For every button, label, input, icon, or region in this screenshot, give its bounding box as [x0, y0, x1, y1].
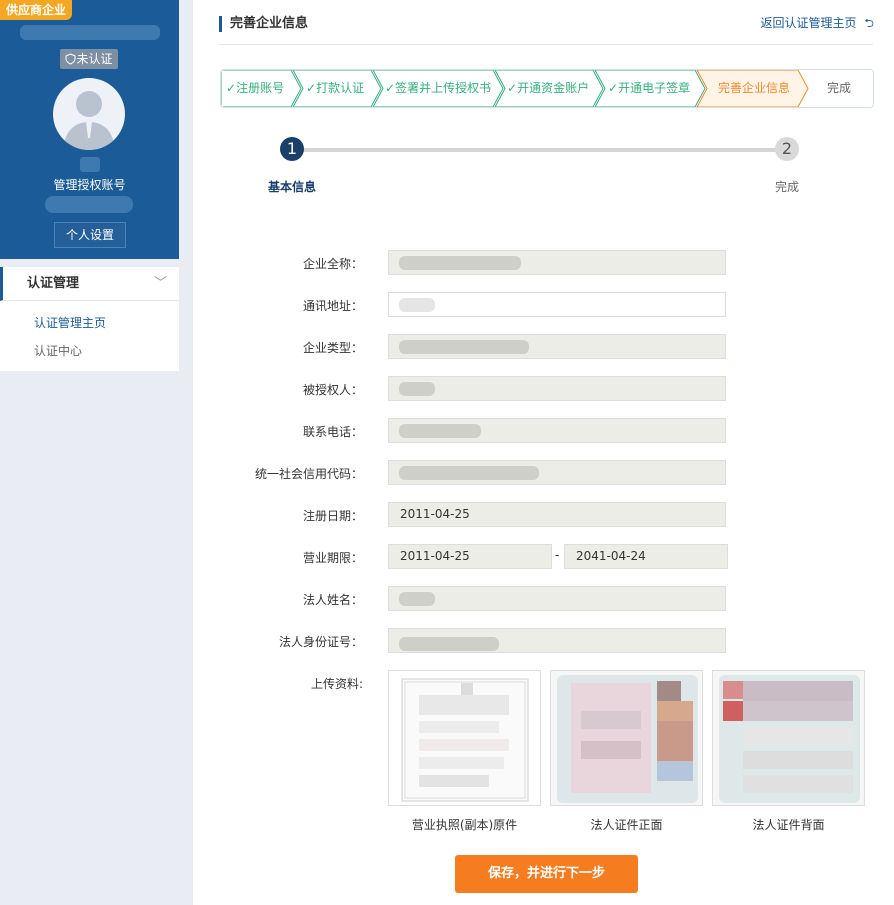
label-authorized-person: 被授权人：: [302, 383, 363, 397]
step-3: ✓签署并上传授权书: [385, 81, 492, 95]
label-legal-name: 法人姓名：: [302, 593, 363, 607]
tracker-node-2: 2: [775, 137, 799, 161]
divider: [219, 44, 873, 45]
step-2: ✓打款认证: [306, 81, 365, 95]
reg-date-field[interactable]: 2011-04-25: [388, 502, 726, 527]
step-3-label: 签署并上传授权书: [395, 81, 492, 95]
tracker-label-2: 完成: [775, 180, 800, 194]
step-4-label: 开通资金账户: [517, 81, 590, 95]
step-4: ✓开通资金账户: [507, 81, 590, 95]
address-field[interactable]: [388, 292, 726, 317]
label-upload: 上传资料:: [310, 677, 363, 691]
upload-business-license[interactable]: [388, 670, 541, 806]
menu-head-certification[interactable]: 认证管理 ﹀: [0, 267, 179, 301]
id-back-thumbnail: [719, 675, 860, 803]
status-badge: 未认证: [60, 49, 118, 69]
step-6: 完善企业信息: [718, 81, 791, 95]
tracker-node-1: 1: [280, 137, 304, 161]
main-panel: 完善企业信息 返回认证管理主页 ⮌ ✓注册账号 ✓打款认证 ✓签署并上传授权书 …: [193, 0, 894, 905]
return-icon: ⮌: [864, 16, 874, 30]
tracker-label-1: 基本信息: [268, 180, 317, 194]
supplier-tag: 供应商企业: [0, 0, 73, 20]
account-label: 管理授权账号: [53, 178, 126, 192]
step-1-label: 注册账号: [236, 81, 285, 95]
label-company-type: 企业类型：: [302, 341, 363, 355]
username-masked: [80, 157, 100, 172]
avatar: [53, 78, 125, 150]
profile-panel: 供应商企业 未认证 管理授权账号 个人设置: [0, 0, 179, 259]
side-menu: 认证管理 ﹀ 认证管理主页 认证中心: [0, 267, 179, 371]
shield-icon: [65, 53, 76, 65]
step-progress: ✓注册账号 ✓打款认证 ✓签署并上传授权书 ✓开通资金账户 ✓开通电子签章 完善…: [220, 69, 874, 108]
step-5: ✓开通电子签章: [608, 81, 691, 95]
upload-id-front[interactable]: [550, 670, 703, 806]
company-name-field[interactable]: [388, 250, 726, 275]
back-link[interactable]: 返回认证管理主页 ⮌: [761, 14, 874, 35]
back-link-label: 返回认证管理主页: [760, 16, 857, 30]
account-id-masked: [45, 196, 133, 213]
label-legal-id: 法人身份证号：: [278, 635, 363, 649]
personal-settings-button[interactable]: 个人设置: [54, 222, 126, 248]
upload-caption-business-license: 营业执照(副本)原件: [411, 818, 518, 832]
business-license-thumbnail: [401, 678, 529, 802]
label-credit-code: 统一社会信用代码：: [254, 467, 363, 481]
sidebar: 供应商企业 未认证 管理授权账号 个人设置 认证管理 ﹀ 认证管理主页 认证中心: [0, 0, 179, 905]
menu-head-label: 认证管理: [27, 276, 80, 291]
business-term-end-field[interactable]: 2041-04-24: [564, 544, 728, 569]
status-text: 未认证: [76, 52, 113, 66]
term-separator: -: [555, 548, 560, 562]
legal-name-field[interactable]: [388, 586, 726, 611]
step-7: 完成: [827, 81, 852, 95]
phone-field[interactable]: [388, 418, 726, 443]
upload-caption-id-back: 法人证件背面: [752, 818, 825, 832]
upload-id-back[interactable]: [712, 670, 865, 806]
step-2-label: 打款认证: [316, 81, 365, 95]
company-type-field[interactable]: [388, 334, 726, 359]
credit-code-field[interactable]: [388, 460, 726, 485]
step-1: ✓注册账号: [226, 81, 285, 95]
id-front-thumbnail: [557, 675, 698, 803]
label-address: 通讯地址：: [302, 299, 363, 313]
chevron-down-icon: ﹀: [153, 276, 167, 291]
label-phone: 联系电话：: [302, 425, 363, 439]
tracker-line: [293, 148, 788, 152]
business-term-start-field[interactable]: 2011-04-25: [388, 544, 552, 569]
menu-item-cert-home[interactable]: 认证管理主页: [0, 309, 179, 337]
upload-caption-id-front: 法人证件正面: [590, 818, 663, 832]
company-name-masked: [20, 25, 160, 40]
label-reg-date: 注册日期：: [302, 509, 363, 523]
authorized-person-field[interactable]: [388, 376, 726, 401]
label-company-name: 企业全称：: [302, 257, 363, 271]
label-business-term: 营业期限：: [302, 551, 363, 565]
menu-item-cert-center[interactable]: 认证中心: [0, 337, 179, 365]
step-5-label: 开通电子签章: [618, 81, 691, 95]
legal-id-field[interactable]: [388, 628, 726, 653]
save-next-button[interactable]: 保存，并进行下一步: [455, 855, 638, 893]
page-title: 完善企业信息: [219, 16, 308, 32]
